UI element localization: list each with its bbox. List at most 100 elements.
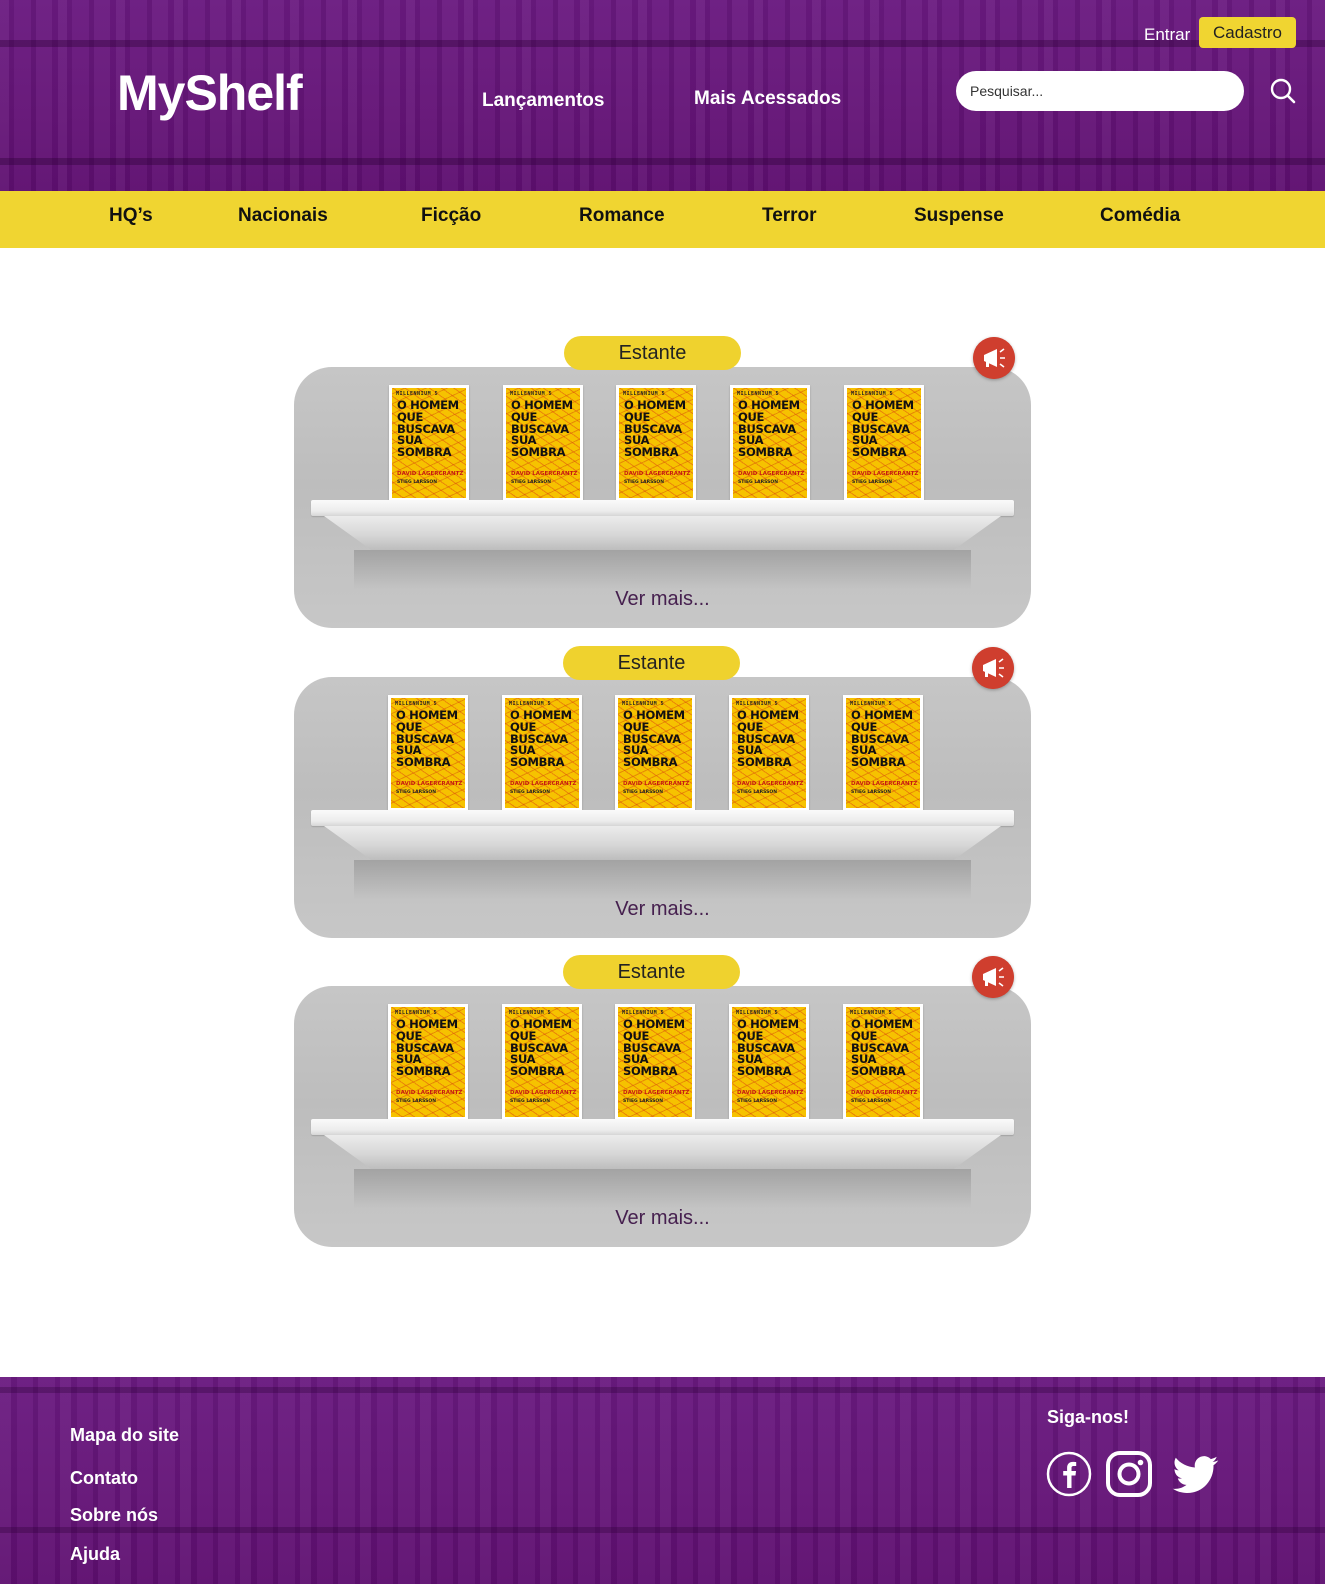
book-title: O HOMEM QUE BUSCAVA SUA SOMBRA bbox=[851, 1017, 913, 1079]
book-author: DAVID LAGERCRANTZ bbox=[851, 781, 918, 787]
book-cover[interactable]: MILLENNIUM 5 O HOMEM QUE BUSCAVA SUA SOM… bbox=[503, 385, 583, 501]
category-nacionais[interactable]: Nacionais bbox=[238, 205, 328, 227]
book-cover[interactable]: MILLENNIUM 5 O HOMEM QUE BUSCAVA SUA SOM… bbox=[843, 1004, 923, 1120]
book-cover[interactable]: MILLENNIUM 5 O HOMEM QUE BUSCAVA SUA SOM… bbox=[615, 1004, 695, 1120]
book-cover[interactable]: MILLENNIUM 5 O HOMEM QUE BUSCAVA SUA SOM… bbox=[388, 1004, 468, 1120]
site-header: MyShelf Lançamentos Mais Acessados Entra… bbox=[0, 0, 1325, 191]
login-link[interactable]: Entrar bbox=[1144, 25, 1190, 45]
book-creator: STIEG LARSSON bbox=[396, 1099, 437, 1104]
book-author: DAVID LAGERCRANTZ bbox=[737, 781, 804, 787]
book-series: MILLENNIUM 5 bbox=[395, 701, 438, 707]
footer-link-contact[interactable]: Contato bbox=[70, 1468, 138, 1489]
book-creator: STIEG LARSSON bbox=[510, 790, 551, 795]
see-more-link[interactable]: Ver mais... bbox=[294, 1207, 1031, 1230]
book-series: MILLENNIUM 5 bbox=[850, 701, 893, 707]
book-series: MILLENNIUM 5 bbox=[623, 391, 666, 397]
site-logo[interactable]: MyShelf bbox=[117, 64, 303, 122]
signup-button[interactable]: Cadastro bbox=[1199, 17, 1296, 48]
book-author: DAVID LAGERCRANTZ bbox=[738, 471, 805, 477]
book-cover[interactable]: MILLENNIUM 5 O HOMEM QUE BUSCAVA SUA SOM… bbox=[616, 385, 696, 501]
book-author: DAVID LAGERCRANTZ bbox=[851, 1090, 918, 1096]
category-comedia[interactable]: Comédia bbox=[1100, 205, 1180, 227]
search-icon[interactable] bbox=[1268, 76, 1298, 106]
book-cover[interactable]: MILLENNIUM 5 O HOMEM QUE BUSCAVA SUA SOM… bbox=[844, 385, 924, 501]
see-more-link[interactable]: Ver mais... bbox=[294, 588, 1031, 611]
book-creator: STIEG LARSSON bbox=[851, 790, 892, 795]
megaphone-icon[interactable] bbox=[972, 956, 1014, 998]
book-series: MILLENNIUM 5 bbox=[736, 1010, 779, 1016]
book-author: DAVID LAGERCRANTZ bbox=[396, 781, 463, 787]
book-author: DAVID LAGERCRANTZ bbox=[624, 471, 691, 477]
book-author: DAVID LAGERCRANTZ bbox=[737, 1090, 804, 1096]
book-title: O HOMEM QUE BUSCAVA SUA SOMBRA bbox=[510, 708, 572, 770]
shelf-divider bbox=[0, 40, 1325, 47]
book-title: O HOMEM QUE BUSCAVA SUA SOMBRA bbox=[738, 398, 800, 460]
category-hqs[interactable]: HQ’s bbox=[109, 205, 153, 227]
category-romance[interactable]: Romance bbox=[579, 205, 665, 227]
book-creator: STIEG LARSSON bbox=[623, 790, 664, 795]
facebook-icon[interactable] bbox=[1045, 1450, 1093, 1498]
book-cover[interactable]: MILLENNIUM 5 O HOMEM QUE BUSCAVA SUA SOM… bbox=[843, 695, 923, 811]
footer-link-sitemap[interactable]: Mapa do site bbox=[70, 1425, 179, 1446]
search-input[interactable] bbox=[956, 71, 1244, 111]
book-author: DAVID LAGERCRANTZ bbox=[511, 471, 578, 477]
book-cover[interactable]: MILLENNIUM 5 O HOMEM QUE BUSCAVA SUA SOM… bbox=[729, 1004, 809, 1120]
book-series: MILLENNIUM 5 bbox=[850, 1010, 893, 1016]
shelf-label: Estante bbox=[563, 646, 740, 680]
book-title: O HOMEM QUE BUSCAVA SUA SOMBRA bbox=[737, 708, 799, 770]
book-cover[interactable]: MILLENNIUM 5 O HOMEM QUE BUSCAVA SUA SOM… bbox=[389, 385, 469, 501]
book-series: MILLENNIUM 5 bbox=[851, 391, 894, 397]
book-creator: STIEG LARSSON bbox=[852, 480, 893, 485]
book-author: DAVID LAGERCRANTZ bbox=[623, 1090, 690, 1096]
shelf-label: Estante bbox=[564, 336, 741, 370]
book-title: O HOMEM QUE BUSCAVA SUA SOMBRA bbox=[396, 1017, 458, 1079]
book-cover[interactable]: MILLENNIUM 5 O HOMEM QUE BUSCAVA SUA SOM… bbox=[729, 695, 809, 811]
book-cover[interactable]: MILLENNIUM 5 O HOMEM QUE BUSCAVA SUA SOM… bbox=[388, 695, 468, 811]
bookshelf-card: MILLENNIUM 5 O HOMEM QUE BUSCAVA SUA SOM… bbox=[294, 677, 1031, 938]
book-series: MILLENNIUM 5 bbox=[737, 391, 780, 397]
book-creator: STIEG LARSSON bbox=[510, 1099, 551, 1104]
book-cover[interactable]: MILLENNIUM 5 O HOMEM QUE BUSCAVA SUA SOM… bbox=[730, 385, 810, 501]
book-creator: STIEG LARSSON bbox=[511, 480, 552, 485]
megaphone-icon[interactable] bbox=[972, 647, 1014, 689]
shelf-shadow bbox=[354, 860, 971, 900]
instagram-icon[interactable] bbox=[1105, 1450, 1153, 1498]
book-creator: STIEG LARSSON bbox=[737, 790, 778, 795]
shelf-underside bbox=[324, 826, 1001, 860]
shelf-underside bbox=[324, 1135, 1001, 1169]
footer-link-about[interactable]: Sobre nós bbox=[70, 1505, 158, 1526]
book-series: MILLENNIUM 5 bbox=[736, 701, 779, 707]
book-series: MILLENNIUM 5 bbox=[396, 391, 439, 397]
category-ficcao[interactable]: Ficção bbox=[421, 205, 481, 227]
see-more-link[interactable]: Ver mais... bbox=[294, 898, 1031, 921]
category-terror[interactable]: Terror bbox=[762, 205, 817, 227]
shelf-board bbox=[311, 1119, 1014, 1135]
book-title: O HOMEM QUE BUSCAVA SUA SOMBRA bbox=[852, 398, 914, 460]
nav-lancamentos[interactable]: Lançamentos bbox=[482, 90, 604, 112]
twitter-icon[interactable] bbox=[1170, 1450, 1220, 1498]
megaphone-icon[interactable] bbox=[973, 337, 1015, 379]
book-cover[interactable]: MILLENNIUM 5 O HOMEM QUE BUSCAVA SUA SOM… bbox=[502, 1004, 582, 1120]
site-footer: Mapa do site Contato Sobre nós Ajuda Sig… bbox=[0, 1377, 1325, 1584]
book-author: DAVID LAGERCRANTZ bbox=[396, 1090, 463, 1096]
bookshelf-card: MILLENNIUM 5 O HOMEM QUE BUSCAVA SUA SOM… bbox=[294, 367, 1031, 628]
nav-mais-acessados[interactable]: Mais Acessados bbox=[694, 88, 841, 110]
shelf-divider bbox=[0, 1387, 1325, 1393]
book-series: MILLENNIUM 5 bbox=[509, 701, 552, 707]
book-author: DAVID LAGERCRANTZ bbox=[397, 471, 464, 477]
shelf-divider bbox=[0, 158, 1325, 165]
footer-link-help[interactable]: Ajuda bbox=[70, 1544, 120, 1565]
shelf-divider bbox=[0, 1527, 1325, 1533]
book-cover[interactable]: MILLENNIUM 5 O HOMEM QUE BUSCAVA SUA SOM… bbox=[615, 695, 695, 811]
book-cover[interactable]: MILLENNIUM 5 O HOMEM QUE BUSCAVA SUA SOM… bbox=[502, 695, 582, 811]
book-creator: STIEG LARSSON bbox=[396, 790, 437, 795]
book-creator: STIEG LARSSON bbox=[851, 1099, 892, 1104]
bookshelf-card: MILLENNIUM 5 O HOMEM QUE BUSCAVA SUA SOM… bbox=[294, 986, 1031, 1247]
book-creator: STIEG LARSSON bbox=[738, 480, 779, 485]
category-suspense[interactable]: Suspense bbox=[914, 205, 1004, 227]
book-author: DAVID LAGERCRANTZ bbox=[852, 471, 919, 477]
shelf-shadow bbox=[354, 1169, 971, 1209]
book-title: O HOMEM QUE BUSCAVA SUA SOMBRA bbox=[511, 398, 573, 460]
book-title: O HOMEM QUE BUSCAVA SUA SOMBRA bbox=[623, 1017, 685, 1079]
shelf-label: Estante bbox=[563, 955, 740, 989]
